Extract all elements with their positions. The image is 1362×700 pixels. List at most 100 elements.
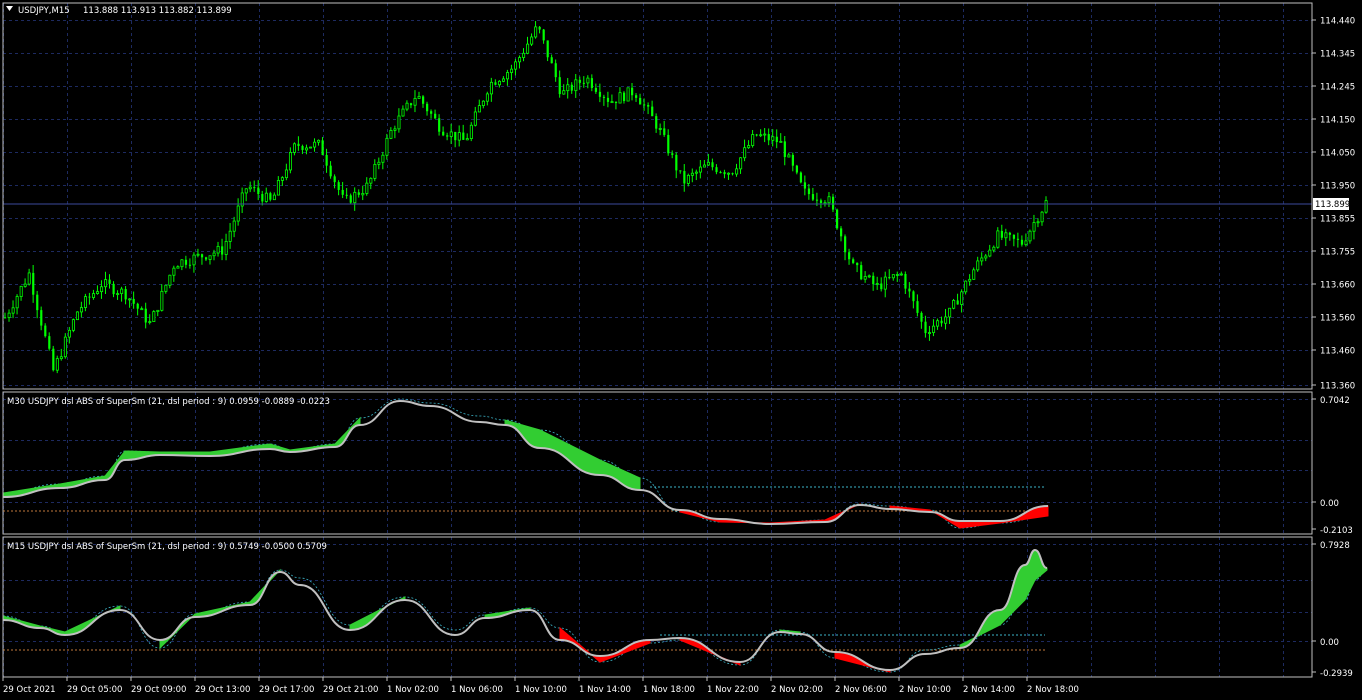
candle-body — [771, 136, 775, 141]
candle-body — [1012, 234, 1016, 239]
candle-body — [481, 100, 485, 106]
time-label: 29 Oct 05:00 — [67, 685, 122, 695]
price-label: 114.050 — [1320, 149, 1355, 159]
price-label: 113.950 — [1320, 182, 1355, 192]
candle-body — [144, 308, 147, 323]
candle-body — [831, 196, 835, 210]
candle-body — [586, 77, 590, 84]
candle-body — [7, 312, 11, 318]
candle-body — [4, 317, 7, 319]
candle-body — [867, 275, 871, 278]
time-label: 2 Nov 06:00 — [835, 685, 887, 695]
candle-body — [430, 111, 433, 114]
candle-body — [301, 146, 304, 150]
time-label: 1 Nov 22:00 — [707, 685, 759, 695]
candle-body — [1016, 238, 1020, 240]
candle-body — [192, 254, 196, 266]
candle-body — [401, 108, 405, 117]
candle-body — [446, 135, 449, 137]
candle-body — [393, 128, 397, 131]
time-label: 1 Nov 10:00 — [515, 685, 567, 695]
candle-body — [972, 269, 976, 280]
candle-body — [964, 280, 968, 293]
candle-body — [598, 91, 602, 97]
candle-body — [602, 96, 606, 98]
candle-body — [357, 192, 360, 195]
candle-body — [168, 274, 172, 286]
candle-body — [494, 82, 497, 85]
candle-body — [112, 283, 115, 295]
price-label: 113.460 — [1320, 347, 1355, 357]
candle-body — [952, 300, 956, 309]
candle-body — [309, 146, 313, 149]
candle-body — [940, 320, 943, 324]
time-label: 29 Oct 09:00 — [131, 685, 186, 695]
candle-body — [164, 284, 168, 292]
candle-body — [968, 278, 972, 282]
indicator-2-title: M15 USDJPY dsl ABS of SuperSm (21, dsl p… — [7, 542, 327, 552]
candle-body — [522, 52, 526, 58]
time-label: 2 Nov 18:00 — [1027, 685, 1079, 695]
indicator-1-scale-zero: 0.00 — [1320, 499, 1339, 509]
candle-body — [221, 246, 224, 255]
candle-body — [264, 192, 268, 202]
candle-body — [908, 288, 911, 292]
candle-body — [538, 26, 541, 30]
candle-body — [489, 81, 493, 95]
time-label: 1 Nov 06:00 — [451, 685, 503, 695]
candle-body — [108, 279, 111, 284]
candle-body — [590, 78, 594, 88]
candle-body — [172, 267, 176, 276]
candle-body — [1024, 240, 1028, 246]
candle-body — [767, 134, 770, 141]
candle-body — [614, 101, 618, 104]
candle-body — [321, 140, 324, 155]
candle-body — [333, 176, 336, 183]
candle-body — [297, 143, 300, 147]
candle-body — [442, 131, 445, 136]
candle-body — [751, 134, 755, 146]
candle-body — [1040, 211, 1044, 223]
candle-body — [1036, 221, 1040, 224]
candle-body — [506, 72, 510, 80]
candle-body — [819, 200, 823, 203]
candle-body — [434, 113, 437, 119]
candle-body — [465, 138, 469, 141]
current-price-value: 113.899 — [1315, 200, 1350, 210]
candle-body — [136, 303, 139, 309]
candle-body — [702, 164, 706, 168]
candle-body — [735, 168, 739, 175]
candle-body — [413, 97, 417, 106]
candle-body — [244, 188, 248, 194]
candle-body — [895, 274, 899, 276]
candle-body — [52, 348, 55, 371]
candle-body — [288, 152, 292, 171]
candle-body — [675, 154, 678, 171]
candle-body — [550, 57, 553, 64]
candle-body — [1020, 239, 1024, 245]
candle-body — [36, 294, 39, 311]
candle-body — [100, 286, 104, 293]
candle-body — [992, 246, 996, 251]
candle-body — [497, 80, 501, 86]
candle-body — [361, 193, 365, 196]
candle-body — [840, 228, 843, 237]
candle-body — [578, 79, 581, 83]
indicator-1-scale-max: 0.7042 — [1320, 396, 1350, 406]
candle-body — [888, 277, 891, 279]
candle-body — [976, 260, 980, 271]
candle-body — [518, 57, 522, 63]
candle-body — [811, 194, 815, 200]
candle-body — [184, 259, 188, 265]
trading-chart[interactable]: USDJPY,M15 113.888 113.913 113.882 113.8… — [0, 0, 1362, 700]
candle-body — [422, 96, 425, 104]
candle-body — [663, 128, 666, 135]
candle-body — [485, 93, 489, 102]
candle-body — [269, 193, 272, 200]
time-label: 29 Oct 13:00 — [195, 685, 250, 695]
candle-body — [44, 325, 47, 337]
candle-body — [852, 259, 855, 263]
indicator-2-scale-min: -0.2939 — [1320, 669, 1353, 679]
candle-body — [79, 307, 83, 313]
candle-body — [936, 320, 940, 327]
